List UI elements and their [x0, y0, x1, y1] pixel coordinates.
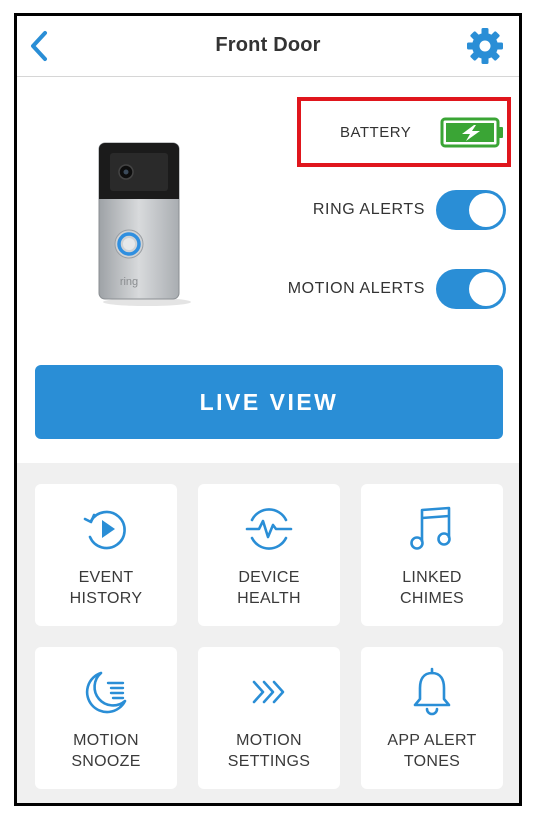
- header-bar: Front Door: [17, 16, 519, 77]
- battery-charging-icon: [440, 117, 503, 148]
- feature-grid: EVENT HISTORY DEVICE HEALTH LINKED CHIMES: [17, 463, 519, 803]
- ring-alerts-toggle[interactable]: [436, 190, 506, 230]
- motion-alerts-label: MOTION ALERTS: [287, 280, 425, 297]
- tile-label: EVENT HISTORY: [69, 569, 143, 607]
- page-title: Front Door: [215, 34, 321, 56]
- doorbell-device-image: ring: [95, 137, 195, 307]
- tile-motion-settings[interactable]: MOTION SETTINGS: [198, 647, 340, 789]
- battery-status: BATTERY: [297, 97, 511, 167]
- tile-motion-snooze[interactable]: MOTION SNOOZE: [35, 647, 177, 789]
- music-note-icon: [410, 506, 451, 550]
- settings-button[interactable]: [465, 26, 505, 66]
- tile-label: APP ALERT TONES: [387, 732, 477, 770]
- live-view-button[interactable]: LIVE VIEW: [35, 365, 503, 439]
- bell-icon: [413, 667, 451, 716]
- motion-alerts-toggle[interactable]: [436, 269, 506, 309]
- toggle-knob: [469, 272, 503, 306]
- tile-event-history[interactable]: EVENT HISTORY: [35, 484, 177, 626]
- tile-linked-chimes[interactable]: LINKED CHIMES: [361, 484, 503, 626]
- brand-text: ring: [120, 276, 138, 288]
- battery-label: BATTERY: [340, 124, 412, 141]
- tile-label: MOTION SNOOZE: [71, 732, 141, 770]
- event-history-icon: [83, 510, 126, 550]
- gear-icon: [467, 28, 503, 64]
- motion-snooze-icon: [85, 671, 127, 714]
- toggle-knob: [469, 193, 503, 227]
- motion-settings-icon: [252, 680, 285, 704]
- tile-label: LINKED CHIMES: [399, 569, 465, 607]
- app-screen: Front Door ring BATTERY RING ALERTS MOTI…: [14, 13, 522, 806]
- tile-label: DEVICE HEALTH: [237, 569, 301, 607]
- tile-app-alert-tones[interactable]: APP ALERT TONES: [361, 647, 503, 789]
- tile-label: MOTION SETTINGS: [227, 732, 311, 770]
- header-divider: [17, 76, 519, 77]
- ring-alerts-label: RING ALERTS: [312, 201, 425, 218]
- tile-device-health[interactable]: DEVICE HEALTH: [198, 484, 340, 626]
- device-health-icon: [245, 508, 293, 550]
